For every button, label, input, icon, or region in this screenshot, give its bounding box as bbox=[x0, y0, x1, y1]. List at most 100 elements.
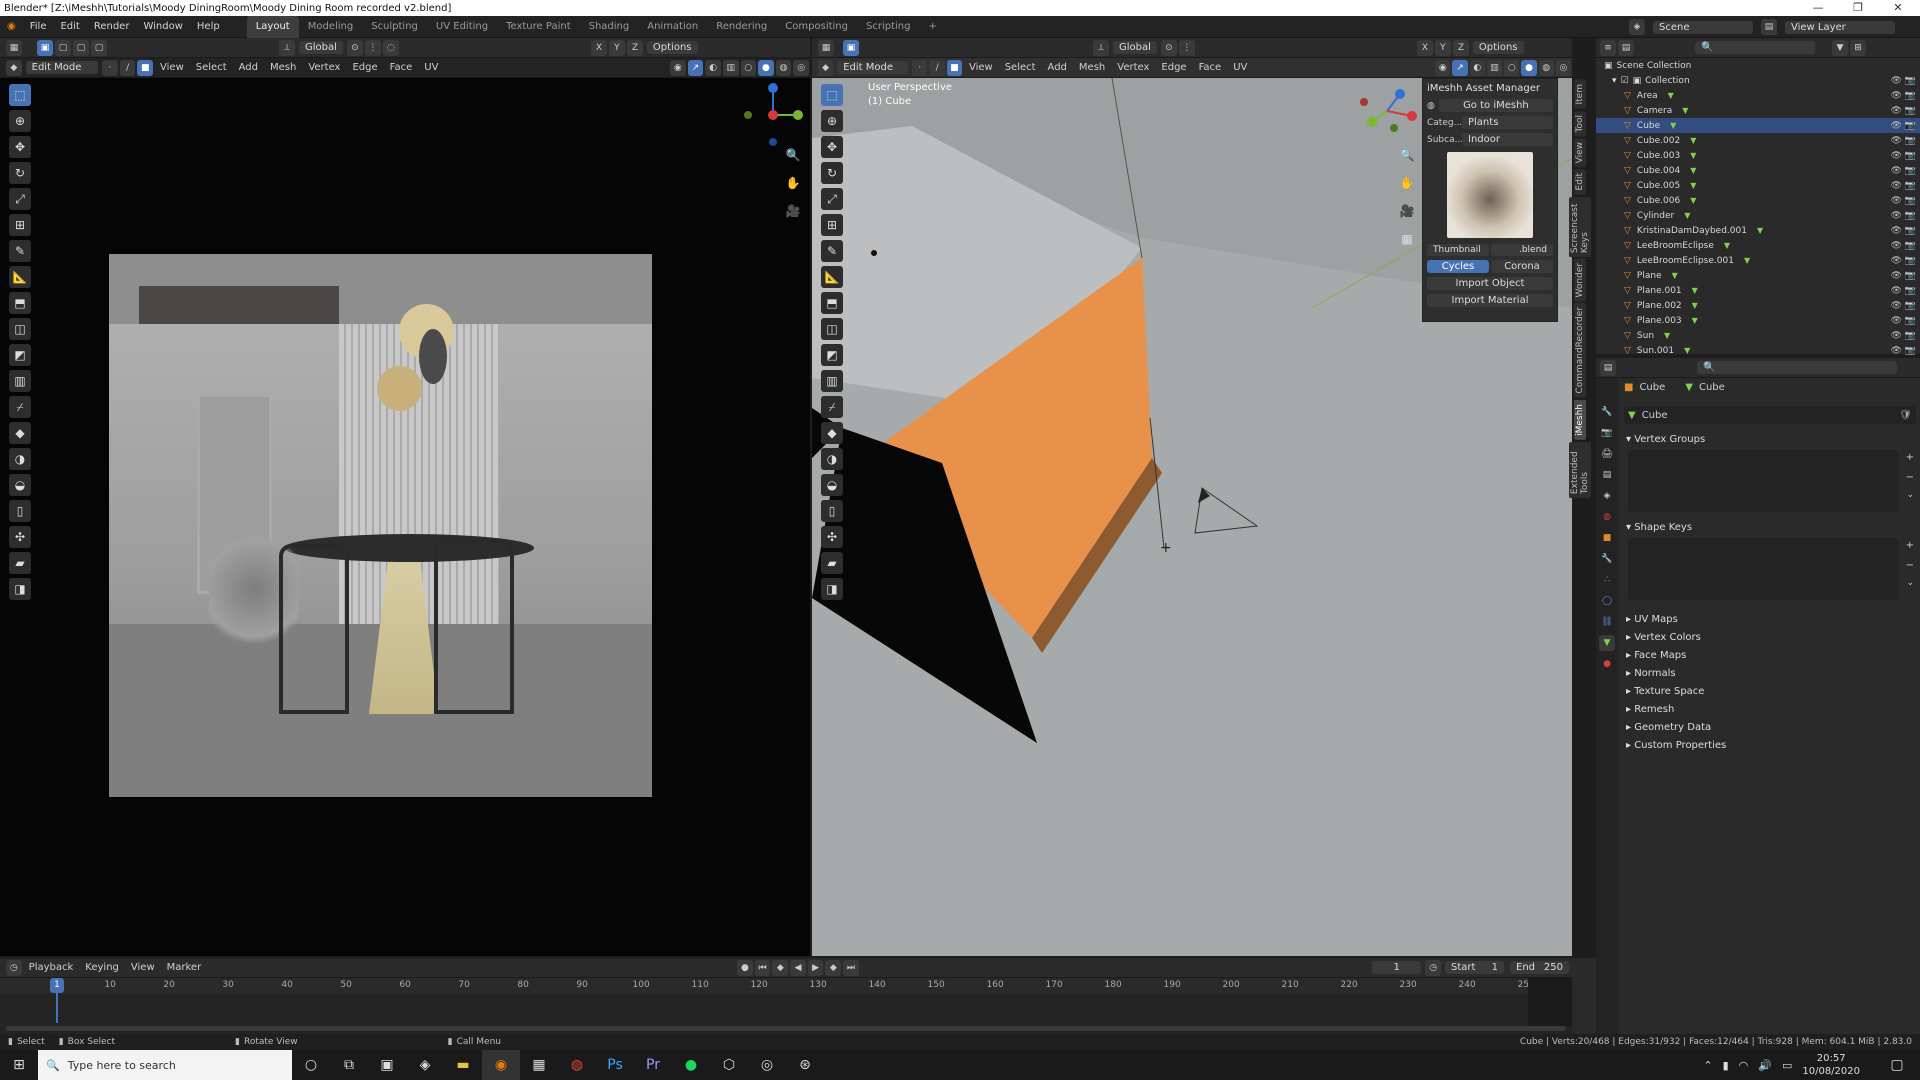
select-mode-icon-right[interactable]: ▣ bbox=[843, 39, 859, 56]
outliner-search-input[interactable]: 🔍 bbox=[1695, 41, 1815, 54]
vertex-select-icon-right[interactable]: · bbox=[912, 59, 928, 76]
menu-view-right[interactable]: View bbox=[963, 62, 999, 73]
tab-rendering[interactable]: Rendering bbox=[707, 16, 776, 38]
xray-icon-right[interactable]: ▥ bbox=[1486, 59, 1503, 76]
shading-solid-icon-right[interactable]: ● bbox=[1521, 59, 1537, 76]
select-extend-icon[interactable]: ▢ bbox=[73, 39, 89, 56]
select-box-icon[interactable]: ▢ bbox=[55, 39, 71, 56]
blend-tab[interactable]: .blend bbox=[1491, 244, 1553, 256]
mirror-y-toggle[interactable]: Y bbox=[608, 39, 625, 56]
eye-icon[interactable]: 👁 bbox=[1891, 226, 1902, 236]
outliner-item[interactable]: ▽ Cube.005 ▼ 👁 📷 bbox=[1596, 178, 1920, 193]
extrude-tool-icon-right[interactable]: ⬒ bbox=[821, 292, 843, 314]
taskbar-search-box[interactable]: 🔍 Type here to search bbox=[38, 1050, 292, 1080]
pan-hand-icon[interactable]: ✋ bbox=[782, 172, 804, 194]
select-mode-icon[interactable]: ▣ bbox=[37, 39, 53, 56]
eye-icon[interactable]: 👁 bbox=[1891, 286, 1902, 296]
rotate-tool-icon-right[interactable]: ↻ bbox=[821, 162, 843, 184]
volume-icon[interactable]: 🔊 bbox=[1758, 1059, 1772, 1072]
properties-search-input[interactable]: 🔍 bbox=[1697, 361, 1897, 374]
mesh-name-field[interactable]: ▼ Cube 🛡 bbox=[1624, 406, 1916, 424]
shading-wire-icon-right[interactable]: ○ bbox=[1504, 59, 1520, 76]
menu-view[interactable]: View bbox=[154, 62, 190, 73]
shrink-tool-icon[interactable]: ✣ bbox=[9, 526, 31, 548]
menu-window[interactable]: Window bbox=[136, 16, 189, 38]
face-select-icon-right[interactable]: ■ bbox=[946, 59, 962, 76]
overlay-icon-right[interactable]: ◐ bbox=[1469, 59, 1485, 76]
select-subtract-icon[interactable]: ▢ bbox=[91, 39, 107, 56]
mesh-data-icon[interactable]: ▼ bbox=[1757, 226, 1763, 235]
outliner-item[interactable]: ▽ Plane.001 ▼ 👁 📷 bbox=[1596, 283, 1920, 298]
current-frame-field[interactable]: 1 bbox=[1372, 961, 1422, 974]
render-camera-icon[interactable]: 📷 bbox=[1905, 271, 1916, 281]
physics-tab-icon[interactable]: ◯ bbox=[1599, 593, 1615, 609]
options-dropdown-right[interactable]: Options bbox=[1472, 41, 1524, 54]
vertex-groups-list[interactable]: + − ⌄ bbox=[1628, 450, 1914, 512]
mesh-data-icon[interactable]: ▼ bbox=[1670, 121, 1676, 130]
vertex-group-menu-icon[interactable]: ⌄ bbox=[1906, 490, 1914, 500]
tab-compositing[interactable]: Compositing bbox=[776, 16, 857, 38]
outliner-item[interactable]: ▽ Cube.004 ▼ 👁 📷 bbox=[1596, 163, 1920, 178]
outliner-item[interactable]: ▽ Cube.002 ▼ 👁 📷 bbox=[1596, 133, 1920, 148]
render-camera-icon[interactable]: 📷 bbox=[1905, 181, 1916, 191]
outliner-item[interactable]: ▽ Plane.003 ▼ 👁 📷 bbox=[1596, 313, 1920, 328]
eye-icon[interactable]: 👁 bbox=[1891, 76, 1902, 86]
knife-tool-icon[interactable]: ⌿ bbox=[9, 396, 31, 418]
sidebar-tab-extended-tools[interactable]: Extended Tools bbox=[1569, 441, 1591, 498]
menu-add-right[interactable]: Add bbox=[1042, 62, 1073, 73]
section-normals[interactable]: ▸ Normals bbox=[1620, 664, 1916, 682]
zoom-icon-right[interactable]: 🔍 bbox=[1396, 144, 1418, 166]
mesh-data-icon[interactable]: ▼ bbox=[1692, 301, 1698, 310]
eye-icon[interactable]: 👁 bbox=[1891, 91, 1902, 101]
menu-edge[interactable]: Edge bbox=[346, 62, 383, 73]
mesh-data-icon[interactable]: ▼ bbox=[1664, 331, 1670, 340]
shading-rendered-icon-right[interactable]: ◎ bbox=[1555, 59, 1572, 76]
camera-view-icon[interactable]: 🎥 bbox=[782, 200, 804, 222]
knife-tool-icon-right[interactable]: ⌿ bbox=[821, 396, 843, 418]
thumbnail-tab[interactable]: Thumbnail bbox=[1427, 244, 1489, 256]
outliner-item[interactable]: ▽ Plane.002 ▼ 👁 📷 bbox=[1596, 298, 1920, 313]
scene-tab-icon[interactable]: ◈ bbox=[1599, 488, 1615, 504]
transform-tool-icon[interactable]: ⊞ bbox=[9, 214, 31, 236]
render-camera-icon[interactable]: 📷 bbox=[1905, 316, 1916, 326]
filter-icon[interactable]: ▼ bbox=[1832, 39, 1848, 56]
outliner-item[interactable]: ▽ Plane ▼ 👁 📷 bbox=[1596, 268, 1920, 283]
render-camera-icon[interactable]: 📷 bbox=[1905, 241, 1916, 251]
view-layer-selector[interactable]: View Layer bbox=[1785, 20, 1895, 34]
pivot-icon[interactable]: ⊙ bbox=[346, 39, 363, 56]
cursor-tool-icon-right[interactable]: ⊕ bbox=[821, 110, 843, 132]
rip-tool-icon-right[interactable]: ◨ bbox=[821, 578, 843, 600]
chrome-icon[interactable]: ◍ bbox=[558, 1050, 596, 1080]
app-5-icon[interactable]: ⊛ bbox=[786, 1050, 824, 1080]
right-viewport[interactable]: + User Perspective (1) Cube ⬚ ⊕ ✥ ↻ ⤢ ⊞ … bbox=[812, 78, 1572, 956]
vertex-select-icon[interactable]: · bbox=[102, 59, 118, 76]
menu-select-right[interactable]: Select bbox=[999, 62, 1042, 73]
jump-end-icon[interactable]: ⏭ bbox=[843, 959, 859, 976]
menu-face[interactable]: Face bbox=[384, 62, 419, 73]
rip-tool-icon[interactable]: ◨ bbox=[9, 578, 31, 600]
sidebar-tab-wonder[interactable]: Wonder bbox=[1574, 258, 1586, 302]
remove-shape-key-icon[interactable]: − bbox=[1906, 560, 1914, 571]
edge-select-icon[interactable]: / bbox=[119, 59, 136, 76]
move-tool-icon-right[interactable]: ✥ bbox=[821, 136, 843, 158]
photoshop-icon[interactable]: Ps bbox=[596, 1050, 634, 1080]
tab-sculpting[interactable]: Sculpting bbox=[362, 16, 427, 38]
category-dropdown[interactable]: Plants bbox=[1462, 116, 1553, 129]
windows-start-icon[interactable]: ⊞ bbox=[0, 1050, 38, 1080]
visibility-icon[interactable]: ◉ bbox=[670, 59, 686, 76]
next-keyframe-icon[interactable]: ◆ bbox=[825, 959, 842, 976]
shape-key-menu-icon[interactable]: ⌄ bbox=[1906, 578, 1914, 588]
outliner-item[interactable]: ▽ Camera ▼ 👁 📷 bbox=[1596, 103, 1920, 118]
menu-vertex-right[interactable]: Vertex bbox=[1111, 62, 1155, 73]
render-camera-icon[interactable]: 📷 bbox=[1905, 76, 1916, 86]
render-tab-icon[interactable]: 📷 bbox=[1599, 425, 1615, 441]
sidebar-tab-edit[interactable]: Edit bbox=[1574, 169, 1586, 195]
bevel-tool-icon[interactable]: ◩ bbox=[9, 344, 31, 366]
menu-vertex[interactable]: Vertex bbox=[302, 62, 346, 73]
menu-edge-right[interactable]: Edge bbox=[1155, 62, 1192, 73]
mesh-data-icon[interactable]: ▼ bbox=[1672, 271, 1678, 280]
render-camera-icon[interactable]: 📷 bbox=[1905, 121, 1916, 131]
scale-tool-icon-right[interactable]: ⤢ bbox=[821, 188, 843, 210]
shading-solid-icon[interactable]: ● bbox=[758, 59, 774, 76]
editor-type-icon-right[interactable]: ▦ bbox=[818, 39, 834, 56]
